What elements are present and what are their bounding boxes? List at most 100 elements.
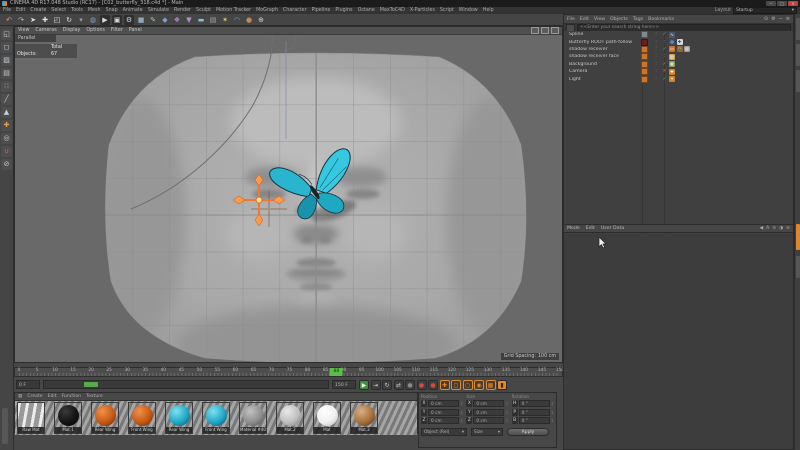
am-search-icon[interactable]: ⊙ [772,226,776,231]
menu-render[interactable]: Render [174,8,191,13]
material-mat[interactable]: Mat [313,402,341,434]
layer-color-chip[interactable] [641,76,648,83]
align-to-spline-tag-icon[interactable]: ◎ [669,39,675,45]
range-slider-handle[interactable] [84,382,98,387]
am-filter-icon[interactable]: ◑ [779,226,783,231]
menu-window[interactable]: Window [459,8,478,13]
visibility-dots-icon[interactable]: ∶ [652,40,660,45]
coord-field-position-x[interactable]: 0 cm [428,400,459,407]
visibility-dots-icon[interactable]: ∶ [652,77,660,82]
menu-octane[interactable]: Octane [358,8,375,13]
coord-size-dropdown[interactable]: Size▾ [471,428,503,436]
enable-axis-icon[interactable]: ✚ [1,120,12,131]
scene-light-icon[interactable]: ✶ [220,15,230,25]
menu-help[interactable]: Help [483,8,494,13]
floor-icon[interactable]: ▬ [196,15,206,25]
viewport-menu-display[interactable]: Display [63,28,81,33]
om-menu-bookmarks[interactable]: Bookmarks [648,17,674,22]
coord-field-rotation-b[interactable]: 0 ° [519,417,550,424]
material-mat-1[interactable]: Mat.1 [54,402,82,434]
om-menu-objects[interactable]: Objects [610,17,628,22]
menu-plugins[interactable]: Plugins [335,8,352,13]
dock-handle[interactable] [796,18,800,40]
texture-tag-icon[interactable]: ▨ [684,46,690,52]
am-tab-user-data[interactable]: User Data [601,226,624,231]
dock-handle-left[interactable] [2,408,8,444]
camera-object-icon[interactable]: ✚ [669,69,675,75]
menu-motion-tracker[interactable]: Motion Tracker [216,8,251,13]
undo-icon[interactable]: ↶ [4,15,14,25]
render-settings-icon[interactable]: ⚙ [124,15,134,25]
viewport-menu-panel[interactable]: Panel [129,28,142,33]
maximize-view-icon[interactable] [551,27,559,34]
menu-character[interactable]: Character [283,8,307,13]
primitive-cube-icon[interactable]: ■ [136,15,146,25]
enabled-state-icon[interactable]: ✓ [660,62,669,67]
menu-x-particles[interactable]: X-Particles [410,8,435,13]
live-selection-icon[interactable]: ➤ [28,15,38,25]
snap-toggle-icon[interactable]: ∪ [1,146,12,157]
am-mode-icon[interactable]: A [766,226,769,231]
materials-grid-icon[interactable]: ▦ [18,394,22,399]
am-back-icon[interactable]: ◀ [760,226,764,231]
object-row-shadow-receiver[interactable]: shadow receiver∶✓▭◠▨ [564,46,793,53]
single-view-icon[interactable] [531,27,539,34]
material-rear-wing[interactable]: Rear Wing [165,402,193,434]
coord-field-rotation-h[interactable]: 0 ° [519,400,550,407]
menu-maxtoc4d[interactable]: MaxToC4D [380,8,405,13]
object-row-butterfly-root-path-follow[interactable]: Butterfly ROOT path-follow∶∶◎✚ [564,38,793,45]
key-position-icon[interactable]: ✚ [440,380,450,390]
dock-handle[interactable] [796,256,800,278]
coord-mode-dropdown[interactable]: Object (Rel)▾ [421,428,467,436]
enabled-state-icon[interactable]: ✓ [660,47,669,52]
coord-field-size-z[interactable]: 0 cm [473,417,504,424]
last-tool-icon[interactable]: ▾ [76,15,86,25]
enabled-state-icon[interactable]: ✓ [660,32,669,37]
object-row-background[interactable]: Background∶✓▦ [564,61,793,68]
viewport-menu-cameras[interactable]: Cameras [35,28,56,33]
spinner-icon[interactable]: ↕ [460,401,463,406]
polygons-mode-icon[interactable]: ▲ [1,107,12,118]
key-pla-icon[interactable]: ▦ [486,380,496,390]
sky-icon[interactable]: ◠ [232,15,242,25]
spinner-icon[interactable]: ↕ [505,410,508,415]
move-icon[interactable]: ✚ [40,15,50,25]
material-rear-wing[interactable]: Rear Wing [91,402,119,434]
range-slider[interactable] [43,380,329,389]
om-search-icon[interactable]: ⊙ [764,16,768,22]
coord-field-position-z[interactable]: 0 cm [428,417,459,424]
spinner-icon[interactable]: ↕ [505,401,508,406]
enabled-state-icon[interactable]: ✕ [660,69,669,74]
menu-mesh[interactable]: Mesh [88,8,101,13]
render-view-icon[interactable]: ▶ [100,15,110,25]
om-menu-view[interactable]: View [594,17,605,22]
mograph-icon[interactable]: ❖ [172,15,182,25]
maximize-button[interactable]: □ [777,1,787,6]
menu-create[interactable]: Create [30,8,46,13]
play-icon[interactable]: ▶ [359,380,369,390]
menu-pipeline[interactable]: Pipeline [312,8,331,13]
materials-menu-create[interactable]: Create [27,394,42,399]
dock-handle-active[interactable] [796,224,800,250]
subdivision-surface-icon[interactable]: ◆ [160,15,170,25]
om-menu-tags[interactable]: Tags [633,17,643,22]
scale-icon[interactable]: ◰ [52,15,62,25]
apply-button[interactable]: Apply [507,428,549,436]
om-menu-edit[interactable]: Edit [580,17,589,22]
coord-field-position-y[interactable]: 0 cm [428,409,459,416]
snap-icon[interactable]: ⊕ [256,15,266,25]
layer-color-chip[interactable] [641,53,648,60]
minimize-button[interactable]: ─ [766,1,776,6]
layer-color-chip[interactable] [641,46,648,53]
spinner-icon[interactable]: ↕ [551,410,554,415]
am-tab-edit[interactable]: Edit [586,226,595,231]
menu-edit[interactable]: Edit [16,8,25,13]
keyframe-selection-icon[interactable]: ▮ [497,380,507,390]
visibility-dots-icon[interactable]: ∶ [652,32,660,37]
menu-snap[interactable]: Snap [106,8,118,13]
coord-field-rotation-p[interactable]: 0 ° [519,409,550,416]
menu-file[interactable]: File [3,8,11,13]
attribute-manager-body[interactable] [564,234,793,449]
object-row-light[interactable]: Light∶✓✦ [564,75,793,82]
viewport-menu-view[interactable]: View [18,28,29,33]
